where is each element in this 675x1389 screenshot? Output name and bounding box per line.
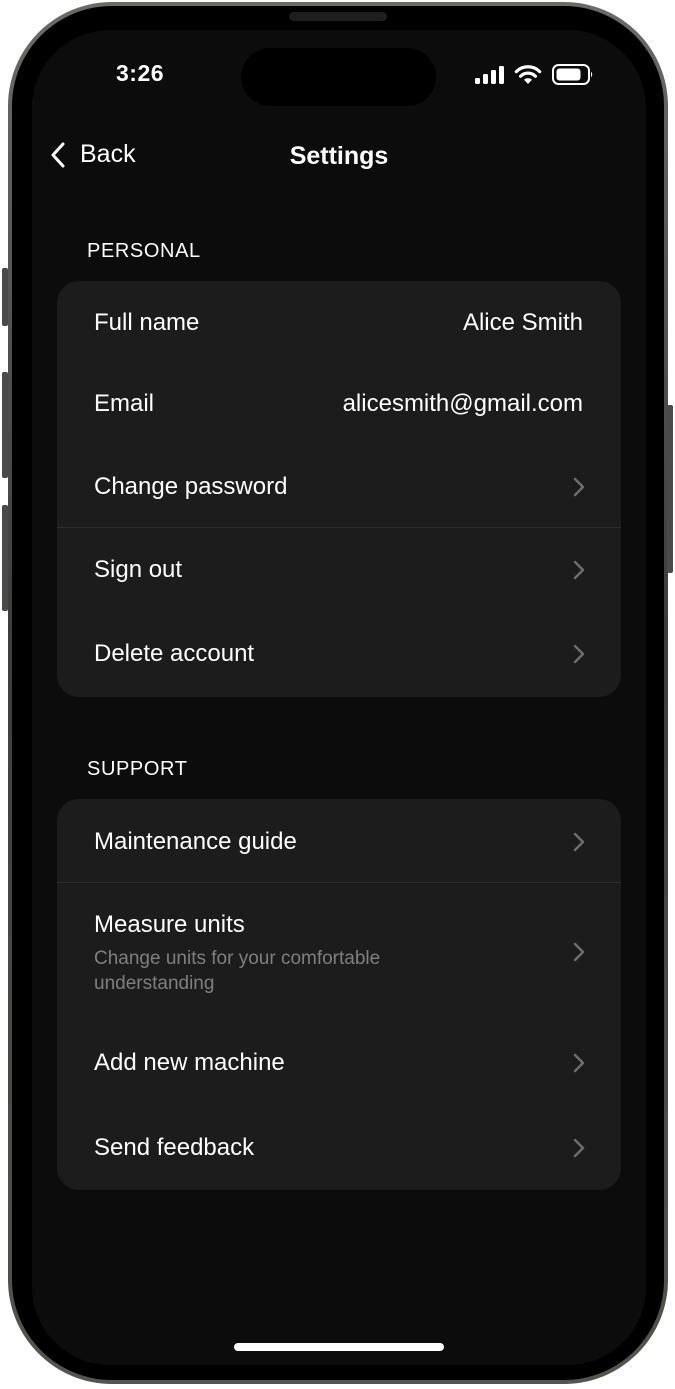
dynamic-island xyxy=(241,48,436,106)
volume-down-button xyxy=(2,505,8,611)
earpiece-speaker xyxy=(289,12,387,21)
action-button xyxy=(2,268,8,326)
change-password-row[interactable]: Change password xyxy=(57,445,621,527)
section-label-personal: PERSONAL xyxy=(87,240,201,262)
send-feedback-row[interactable]: Send feedback xyxy=(57,1105,621,1190)
add-new-machine-row[interactable]: Add new machine xyxy=(57,1021,621,1105)
wifi-icon xyxy=(514,65,542,84)
chevron-right-icon xyxy=(573,942,585,962)
full-name-row[interactable]: Full name Alice Smith xyxy=(57,281,621,363)
screen: 3:26 Back Settings PERSONAL Full name Al… xyxy=(32,30,646,1365)
chevron-right-icon xyxy=(573,560,585,580)
volume-up-button xyxy=(2,372,8,478)
row-label: Send feedback xyxy=(94,1134,255,1161)
maintenance-guide-row[interactable]: Maintenance guide xyxy=(57,799,621,882)
status-icons xyxy=(474,64,594,85)
row-label: Add new machine xyxy=(94,1049,285,1076)
signal-icon xyxy=(475,65,504,84)
measure-units-row[interactable]: Measure units Change units for your comf… xyxy=(57,883,621,1021)
delete-account-row[interactable]: Delete account xyxy=(57,612,621,697)
row-label: Email xyxy=(94,390,155,417)
power-button xyxy=(667,405,673,573)
full-name-value: Alice Smith xyxy=(462,309,583,336)
chevron-right-icon xyxy=(573,1138,585,1158)
support-card: Maintenance guide Measure units Change u… xyxy=(57,799,621,1190)
chevron-right-icon xyxy=(573,832,585,852)
row-label: Delete account xyxy=(94,640,255,667)
row-subtitle: Change units for your comfortable unders… xyxy=(94,948,381,994)
battery-icon xyxy=(552,64,593,85)
row-label: Sign out xyxy=(94,556,183,583)
home-indicator[interactable] xyxy=(234,1343,444,1351)
row-label: Measure units xyxy=(94,911,245,938)
status-time: 3:26 xyxy=(116,60,165,86)
row-label: Maintenance guide xyxy=(94,828,297,855)
chevron-right-icon xyxy=(573,477,585,497)
email-value: alicesmith@gmail.com xyxy=(342,390,583,417)
chevron-right-icon xyxy=(573,1053,585,1073)
page-title: Settings xyxy=(289,142,389,170)
email-row[interactable]: Email alicesmith@gmail.com xyxy=(57,363,621,445)
personal-card: Full name Alice Smith Email alicesmith@g… xyxy=(57,281,621,697)
chevron-right-icon xyxy=(573,644,585,664)
navigation-bar: Back Settings xyxy=(32,138,646,182)
sign-out-row[interactable]: Sign out xyxy=(57,528,621,612)
section-label-support: SUPPORT xyxy=(87,758,188,780)
row-label: Full name xyxy=(94,309,200,336)
row-label: Change password xyxy=(94,473,288,500)
